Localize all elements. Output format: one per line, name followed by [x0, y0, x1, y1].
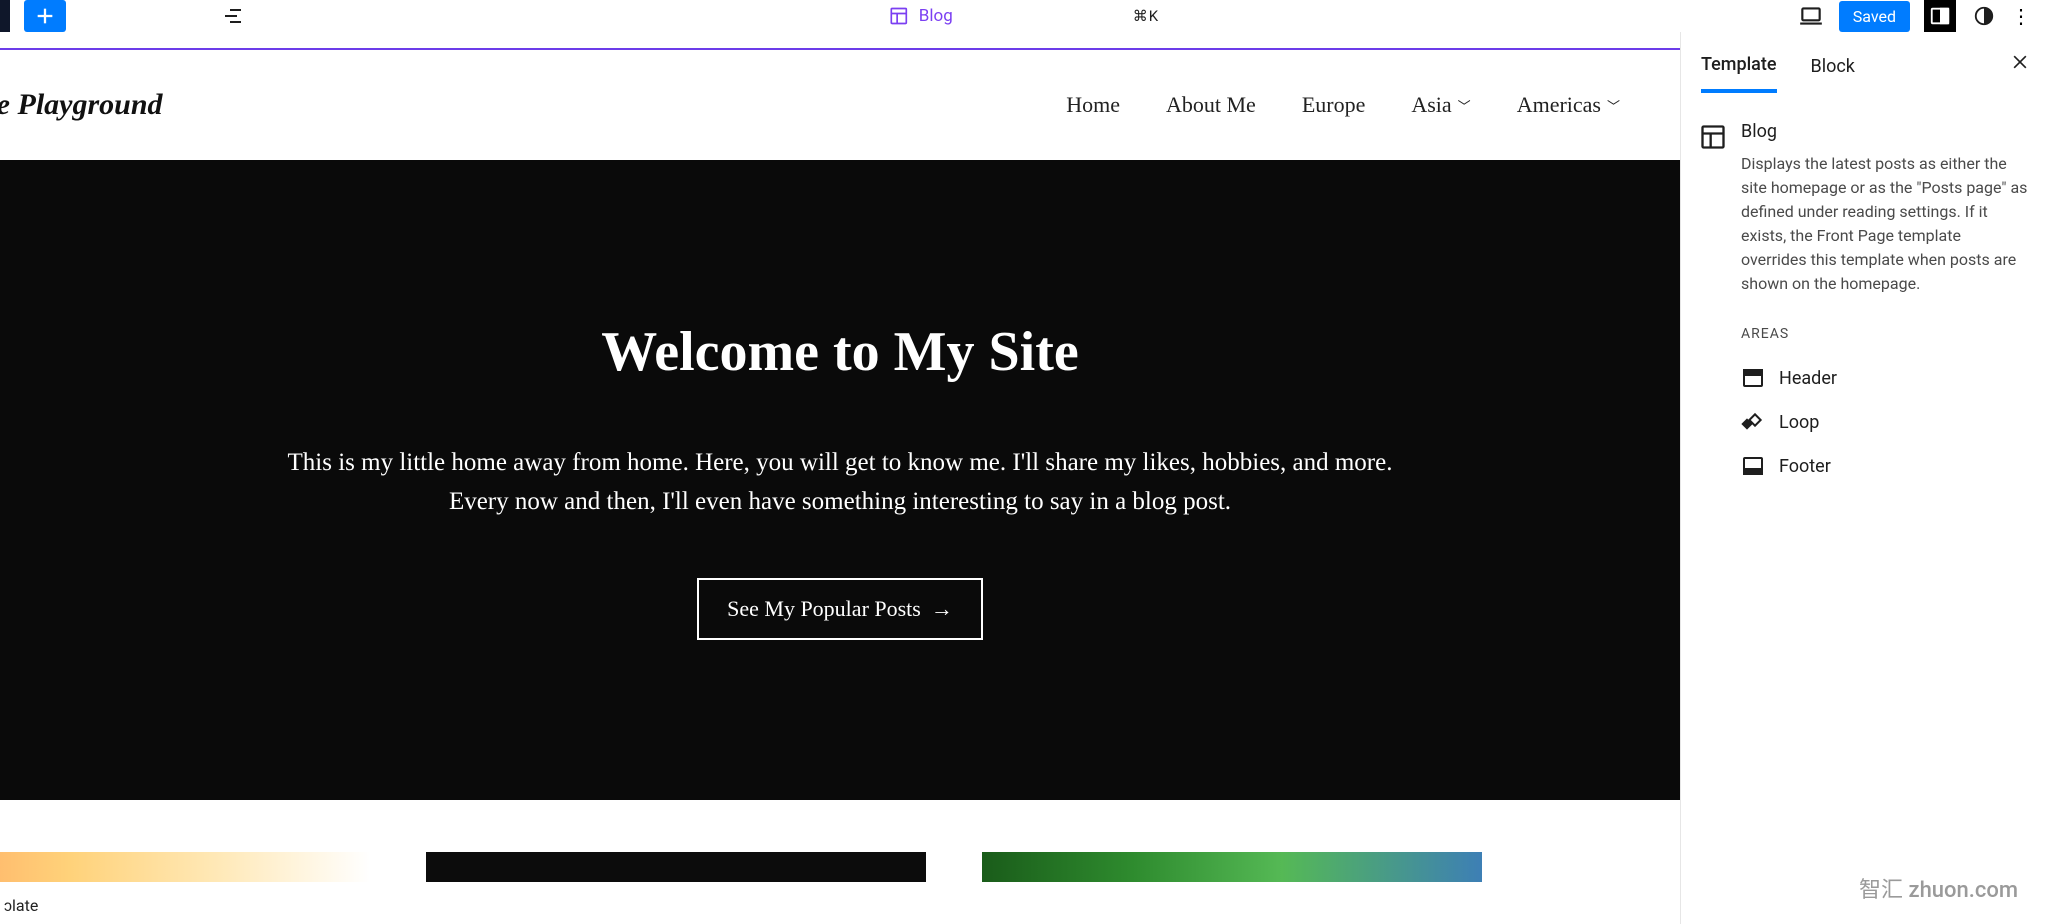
inspector-tabs: Template Block [1681, 46, 2048, 93]
saved-button[interactable]: Saved [1839, 1, 1910, 32]
template-description: Displays the latest posts as either the … [1741, 152, 2030, 296]
more-options-button[interactable]: ⋮ [2012, 2, 2030, 30]
inspector-body: Blog Displays the latest posts as either… [1681, 93, 2048, 488]
hero-heading[interactable]: Welcome to My Site [601, 320, 1078, 384]
chevron-down-icon: ﹀ [1458, 96, 1471, 115]
nav-item-europe[interactable]: Europe [1302, 92, 1366, 118]
laptop-icon [1798, 3, 1824, 29]
hero-paragraph[interactable]: This is my little home away from home. H… [260, 444, 1420, 522]
styles-button[interactable] [1970, 2, 1998, 30]
post-grid[interactable] [0, 800, 1680, 882]
workspace: he Playground Home About Me Europe Asia﹀… [0, 32, 2048, 924]
document-indicator[interactable]: Blog [889, 6, 953, 26]
hero-cta-button[interactable]: See My Popular Posts → [697, 578, 983, 640]
hero-cover[interactable]: Welcome to My Site This is my little hom… [0, 160, 1680, 800]
vertical-dots-icon: ⋮ [2011, 4, 2031, 28]
area-label: Header [1779, 368, 1837, 389]
site-header[interactable]: he Playground Home About Me Europe Asia﹀… [0, 50, 1680, 160]
template-frame: he Playground Home About Me Europe Asia﹀… [0, 48, 1680, 924]
tab-block[interactable]: Block [1811, 56, 1855, 91]
watermark: 智汇 zhuon.com [1859, 872, 2018, 904]
bottom-crop-label: ɔlate [0, 894, 42, 918]
template-layout-icon [889, 6, 909, 26]
editor-topbar: Blog ⌘K Saved ⋮ [0, 0, 2048, 32]
add-block-button[interactable] [24, 0, 66, 32]
site-title[interactable]: he Playground [0, 88, 163, 122]
saved-label: Saved [1853, 7, 1896, 26]
loop-area-icon [1741, 410, 1765, 434]
topbar-right-group: Saved ⋮ [1797, 0, 2030, 32]
nav-item-americas[interactable]: Americas﹀ [1517, 92, 1620, 118]
settings-inspector: Template Block Blog Displays the latest … [1680, 32, 2048, 924]
footer-area-icon [1741, 454, 1765, 478]
area-item-header[interactable]: Header [1699, 356, 2030, 400]
hero-cta-label: See My Popular Posts [727, 596, 921, 622]
document-label: Blog [919, 6, 953, 26]
area-label: Loop [1779, 412, 1819, 433]
tab-template[interactable]: Template [1701, 54, 1777, 93]
template-name: Blog [1741, 121, 1777, 142]
post-thumbnail[interactable] [982, 852, 1482, 882]
sidebar-panel-icon [1929, 5, 1951, 27]
half-circle-icon [1973, 5, 1995, 27]
device-preview-button[interactable] [1797, 2, 1825, 30]
site-nav: Home About Me Europe Asia﹀ Americas﹀ [1066, 92, 1620, 118]
editor-canvas[interactable]: he Playground Home About Me Europe Asia﹀… [0, 32, 1680, 924]
topbar-center-group: Blog ⌘K [889, 6, 1159, 26]
nav-item-asia[interactable]: Asia﹀ [1411, 92, 1470, 118]
post-thumbnail[interactable] [426, 852, 926, 882]
header-area-icon [1741, 366, 1765, 390]
plus-icon [34, 5, 56, 27]
list-stagger-icon [221, 4, 245, 28]
list-view-button[interactable] [212, 0, 254, 32]
area-label: Footer [1779, 456, 1831, 477]
area-item-footer[interactable]: Footer [1699, 444, 2030, 488]
topbar-left-group [0, 0, 254, 32]
close-icon [2010, 52, 2030, 72]
areas-heading: AREAS [1741, 326, 2030, 342]
post-thumbnail[interactable] [0, 852, 370, 882]
area-item-loop[interactable]: Loop [1699, 400, 2030, 444]
close-inspector-button[interactable] [2010, 52, 2030, 78]
arrow-right-icon: → [931, 596, 953, 622]
command-shortcut[interactable]: ⌘K [1133, 7, 1159, 25]
template-layout-icon [1699, 123, 1727, 151]
settings-panel-toggle[interactable] [1924, 0, 1956, 32]
window-handle [0, 0, 10, 32]
chevron-down-icon: ﹀ [1607, 96, 1620, 115]
template-info-header: Blog [1699, 121, 2030, 152]
nav-item-about[interactable]: About Me [1166, 92, 1256, 118]
nav-item-home[interactable]: Home [1066, 92, 1120, 118]
